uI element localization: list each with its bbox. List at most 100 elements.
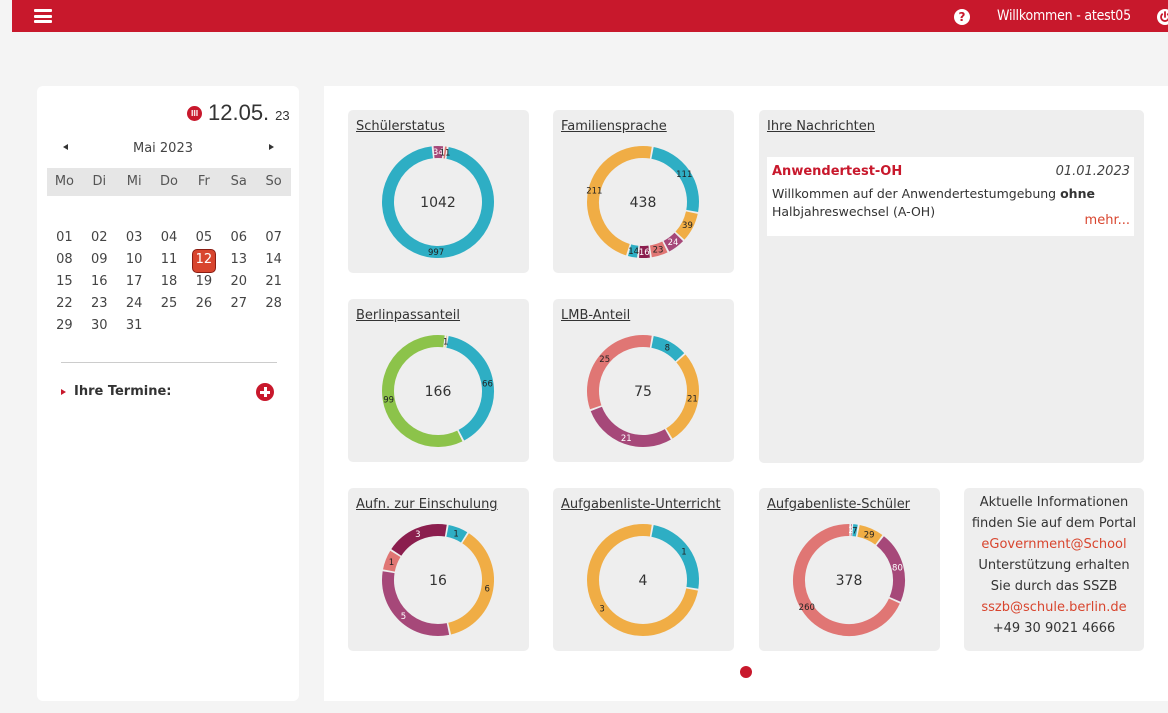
segment-label: 16	[639, 248, 650, 258]
segment-label: 1	[681, 547, 686, 557]
calendar-day-today[interactable]: 12	[186, 249, 221, 273]
power-icon[interactable]	[1157, 9, 1168, 25]
calendar-day	[152, 315, 187, 337]
calendar-day[interactable]: 21	[256, 271, 291, 293]
calendar-day	[186, 315, 221, 337]
calendar-day[interactable]: 16	[82, 271, 117, 293]
widget-einschulung[interactable]: Aufn. zur Einschulung 1 6 5 1 3 16	[348, 488, 529, 651]
segment-label: 3	[415, 530, 420, 540]
calendar-day[interactable]: 29	[47, 315, 82, 337]
calendar-day[interactable]: 09	[82, 249, 117, 271]
calendar-panel: 12.05. 23 Mai 2023 Mo Di Mi Do Fr Sa So …	[37, 86, 299, 701]
email-link[interactable]: sszb@schule.berlin.de	[964, 597, 1144, 618]
calendar-day[interactable]: 02	[82, 227, 117, 249]
donut-chart: 66 99 1 166	[382, 335, 494, 447]
weekday-label: Di	[92, 174, 107, 189]
calendar-day[interactable]: 25	[152, 293, 187, 315]
message-date: 01.01.2023	[1055, 164, 1130, 179]
donut-segment[interactable]	[448, 533, 494, 635]
segment-label: 25	[599, 355, 610, 365]
calendar-day[interactable]: 18	[152, 271, 187, 293]
pagination-dot[interactable]	[740, 666, 752, 678]
message-body-bold: ohne	[1060, 186, 1095, 201]
donut-chart: 1651316	[382, 524, 494, 636]
donut-total: 16	[429, 573, 447, 589]
segment-label: 23	[653, 246, 664, 256]
hamburger-icon[interactable]	[34, 9, 52, 23]
segment-label: 7	[852, 526, 857, 536]
calendar-day[interactable]: 07	[256, 227, 291, 249]
dashboard-main: Schülerstatus 997 34 11 1042 Familiensprach…	[324, 86, 1168, 701]
widget-schuelerstatus[interactable]: Schülerstatus 997 34 11 1042	[348, 110, 529, 273]
calendar-day[interactable]: 26	[186, 293, 221, 315]
segment-label: 66	[482, 380, 493, 390]
add-appointment-icon[interactable]	[256, 383, 274, 401]
calendar-day[interactable]: 14	[256, 249, 291, 271]
month-label: Mai 2023	[132, 141, 193, 156]
calendar-day[interactable]: 28	[256, 293, 291, 315]
info-text: Unterstützung erhalten	[978, 558, 1130, 573]
next-month-icon[interactable]	[269, 144, 274, 150]
donut-chart: 8 21 21 25 75	[587, 335, 699, 447]
widget-familiensprache[interactable]: Familiensprache 111 39 24 23 16 14 211 438	[553, 110, 734, 273]
info-text: Aktuelle Informationen	[979, 495, 1129, 510]
calendar-day[interactable]: 20	[221, 271, 256, 293]
donut-segment[interactable]	[651, 525, 699, 589]
question-circle-icon[interactable]: ?	[954, 9, 970, 25]
donut-segment[interactable]	[590, 406, 671, 447]
calendar-day[interactable]: 30	[82, 315, 117, 337]
appointments-toggle[interactable]: Ihre Termine:	[61, 384, 172, 400]
message-item[interactable]: Anwendertest-OH 01.01.2023 Willkommen au…	[767, 157, 1134, 236]
message-body-text: Halbjahreswechsel (A-OH)	[772, 204, 936, 219]
calendar-day[interactable]: 24	[117, 293, 152, 315]
current-year: 23	[275, 108, 290, 123]
segment-label: 1	[443, 338, 448, 348]
widget-berlinpassanteil[interactable]: Berlinpassanteil 66 99 1 166	[348, 299, 529, 462]
calendar-days: 01 02 03 04 05 06 07 08 09 10 11 12 13 14 15 16 17 18 19 20…	[47, 227, 291, 337]
weekday-label: Mi	[126, 174, 142, 189]
calendar-day[interactable]: 27	[221, 293, 256, 315]
portal-link[interactable]: eGovernment@School	[964, 534, 1144, 555]
segment-label: 111	[676, 170, 692, 180]
current-date: 12.05. 23	[187, 101, 290, 125]
donut-segment[interactable]	[651, 147, 699, 212]
widget-aufgabenliste-schueler[interactable]: Aufgabenliste-Schüler 29 80 260 2 7 378	[759, 488, 940, 651]
segment-label: 99	[383, 395, 394, 405]
calendar-day[interactable]: 15	[47, 271, 82, 293]
segment-label: 29	[864, 530, 875, 540]
calendar-day[interactable]: 11	[152, 249, 187, 271]
donut-total: 1042	[420, 195, 456, 211]
calendar-day[interactable]: 08	[47, 249, 82, 271]
weekday-header: Mo Di Mi Do Fr Sa So	[47, 168, 291, 196]
donut-total: 4	[639, 573, 648, 589]
more-link[interactable]: mehr...	[1085, 213, 1130, 229]
weekday-label: So	[265, 174, 282, 189]
segment-label: 11	[440, 148, 451, 158]
calendar-day[interactable]: 19	[186, 271, 221, 293]
donut-chart: 99734111042	[382, 146, 494, 258]
widget-lmb-anteil[interactable]: LMB-Anteil 8 21 21 25 75	[553, 299, 734, 462]
segment-label: 997	[428, 248, 444, 258]
donut-segment[interactable]	[391, 524, 447, 556]
widget-aufgabenliste-unterricht[interactable]: Aufgabenliste-Unterricht 134	[553, 488, 734, 651]
messages-title[interactable]: Ihre Nachrichten	[767, 119, 875, 135]
calendar-day[interactable]: 10	[117, 249, 152, 271]
calendar-day[interactable]: 23	[82, 293, 117, 315]
calendar-day[interactable]: 22	[47, 293, 82, 315]
donut-chart: 298026027378	[793, 524, 905, 636]
top-bar: ? Willkommen - atest05	[12, 0, 1168, 32]
weekday-label: Do	[160, 174, 178, 189]
calendar-day[interactable]: 06	[221, 227, 256, 249]
calendar-week: 29 30 31	[47, 315, 291, 337]
calendar-day[interactable]: 03	[117, 227, 152, 249]
calendar-icon[interactable]	[187, 106, 202, 121]
calendar-day[interactable]: 31	[117, 315, 152, 337]
calendar-day[interactable]: 13	[221, 249, 256, 271]
calendar-day[interactable]: 17	[117, 271, 152, 293]
calendar-day[interactable]: 05	[186, 227, 221, 249]
calendar-day[interactable]: 04	[152, 227, 187, 249]
segment-label: 80	[892, 564, 903, 574]
segment-label: 211	[586, 187, 602, 197]
segment-label: 14	[628, 247, 639, 257]
calendar-day[interactable]: 01	[47, 227, 82, 249]
